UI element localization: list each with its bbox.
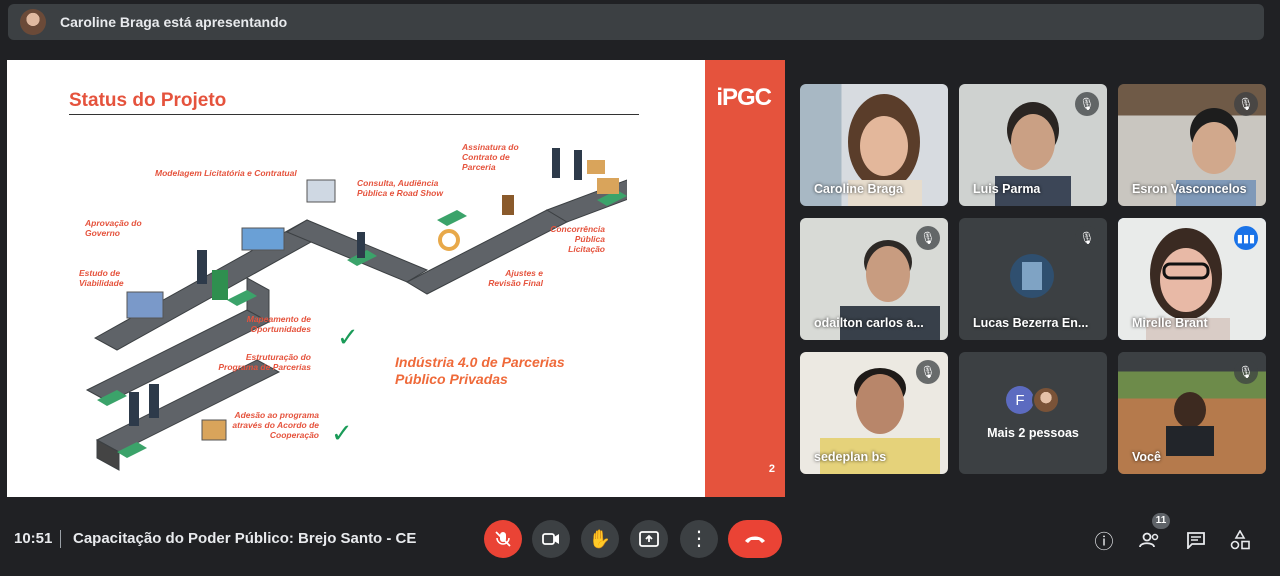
presentation-slide: Status do Projeto Modelagem Licitatória … (7, 60, 785, 497)
more-participants-label: Mais 2 pessoas (987, 426, 1079, 440)
checkmark-icon: ✓ (331, 418, 353, 448)
slide-headline: Indústria 4.0 de Parcerias Público Priva… (395, 354, 565, 387)
label-adesao: Adesão ao programa através do Acordo de … (232, 410, 319, 440)
mic-off-icon: 🎙 (1075, 92, 1099, 116)
participant-tile[interactable]: 🎙 Lucas Bezerra En... (959, 218, 1107, 340)
hand-icon: ✋ (588, 528, 612, 549)
mic-off-icon: 🎙 (1234, 92, 1258, 116)
participant-tile-speaking[interactable]: ▮▮▮ Mirelle Brant (1118, 218, 1266, 340)
chat-icon (1187, 532, 1205, 549)
participant-name: sedeplan bs (814, 450, 887, 464)
mic-off-icon: 🎙 (1234, 360, 1258, 384)
participant-tile[interactable]: 🎙 Esron Vasconcelos (1118, 84, 1266, 206)
label-estruturacao: Estruturação do Programa de Parcerias (218, 352, 311, 372)
slide-side-band (705, 60, 785, 497)
participant-name: Lucas Bezerra En... (973, 316, 1089, 330)
info-icon: ⓘ (1094, 531, 1114, 553)
chat-button[interactable] (1182, 526, 1210, 554)
participant-tile[interactable]: 🎙 sedeplan bs (800, 352, 948, 474)
more-vertical-icon: ⋮ (689, 528, 709, 550)
microphone-toggle-button[interactable] (484, 520, 522, 558)
participant-name: odailton carlos a... (814, 316, 924, 330)
camera-toggle-button[interactable] (532, 520, 570, 558)
more-participants-tile[interactable]: F Mais 2 pessoas (959, 352, 1107, 474)
activities-button[interactable] (1226, 526, 1254, 554)
checkmark-icon: ✓ (337, 322, 359, 352)
divider (60, 530, 61, 548)
participants-button[interactable] (1136, 526, 1164, 554)
camera-icon (542, 533, 559, 545)
participant-count-badge: 11 (1152, 513, 1170, 529)
label-mapeamento: Mapeamento de Oportunidades (246, 314, 311, 334)
label-consulta: Consulta, Audiência Pública e Road Show (357, 178, 443, 198)
presenting-banner: Caroline Braga está apresentando (8, 4, 1264, 40)
present-screen-button[interactable] (630, 520, 668, 558)
mic-off-icon (495, 531, 511, 547)
hang-up-icon (745, 536, 765, 543)
participant-initial-avatar: F (1006, 386, 1034, 414)
participant-name: Você (1132, 450, 1161, 464)
label-ajustes: Ajustes e Revisão Final (488, 268, 543, 288)
label-modelagem: Modelagem Licitatória e Contratual (155, 168, 297, 178)
participant-name: Esron Vasconcelos (1132, 182, 1247, 196)
participant-tile[interactable]: 🎙 Luis Parma (959, 84, 1107, 206)
participant-tile[interactable]: Caroline Braga (800, 84, 948, 206)
label-assinatura: Assinatura do Contrato de Parceria (462, 142, 519, 172)
meeting-controls-bar: 10:51 Capacitação do Poder Público: Brej… (0, 510, 1280, 576)
more-options-button[interactable]: ⋮ (680, 520, 718, 558)
mic-off-icon: 🎙 (916, 226, 940, 250)
label-estudo: Estudo de Viabilidade (79, 268, 124, 288)
label-concorrencia: Concorrência Pública Licitação (550, 224, 605, 254)
participant-name: Mirelle Brant (1132, 316, 1208, 330)
ipgc-logo: iPGC (716, 84, 772, 111)
participant-photo-avatar (1032, 386, 1060, 414)
present-screen-icon (639, 531, 659, 547)
mic-off-icon: 🎙 (916, 360, 940, 384)
participant-name: Caroline Braga (814, 182, 903, 196)
speaking-indicator-icon: ▮▮▮ (1234, 226, 1258, 250)
leave-call-button[interactable] (728, 520, 782, 558)
meeting-title: Capacitação do Poder Público: Brejo Sant… (73, 530, 417, 547)
meeting-clock: 10:51 (14, 530, 53, 547)
activities-shapes-icon (1230, 530, 1250, 550)
slide-page-number: 2 (768, 463, 775, 475)
mic-off-icon: 🎙 (1075, 226, 1099, 250)
people-icon (1139, 532, 1159, 548)
raise-hand-button[interactable]: ✋ (581, 520, 619, 558)
presenter-avatar (20, 9, 46, 35)
self-view-tile[interactable]: 🎙 Você (1118, 352, 1266, 474)
participant-tile[interactable]: 🎙 odailton carlos a... (800, 218, 948, 340)
meeting-details-button[interactable]: ⓘ (1090, 526, 1118, 554)
label-aprovacao: Aprovação do Governo (85, 218, 142, 238)
participant-name: Luis Parma (973, 182, 1041, 196)
presenting-text: Caroline Braga está apresentando (60, 14, 288, 30)
